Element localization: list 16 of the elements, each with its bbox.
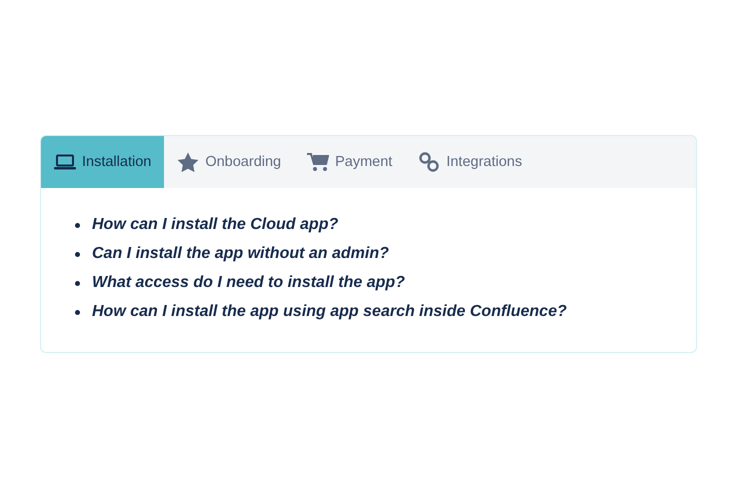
question-link[interactable]: How can I install the app using app search inside Confluence? (92, 303, 567, 321)
question-link[interactable]: Can I install the app without an admin? (92, 245, 389, 263)
tab[interactable]: Installation (41, 136, 164, 188)
bullet-icon (75, 310, 80, 314)
bullet-icon (75, 252, 80, 256)
question-link[interactable]: How can I install the Cloud app? (92, 216, 338, 234)
link-icon (418, 151, 440, 173)
tab[interactable]: Onboarding (164, 136, 294, 188)
question-link[interactable]: What access do I need to install the app? (92, 274, 405, 292)
bullet-icon (75, 280, 80, 286)
tab[interactable]: Payment (294, 136, 406, 188)
tab[interactable]: Integrations (405, 136, 536, 188)
bullet-icon (75, 222, 80, 228)
cart-icon (307, 152, 330, 172)
laptop-icon (54, 154, 76, 170)
star-icon (177, 152, 200, 172)
